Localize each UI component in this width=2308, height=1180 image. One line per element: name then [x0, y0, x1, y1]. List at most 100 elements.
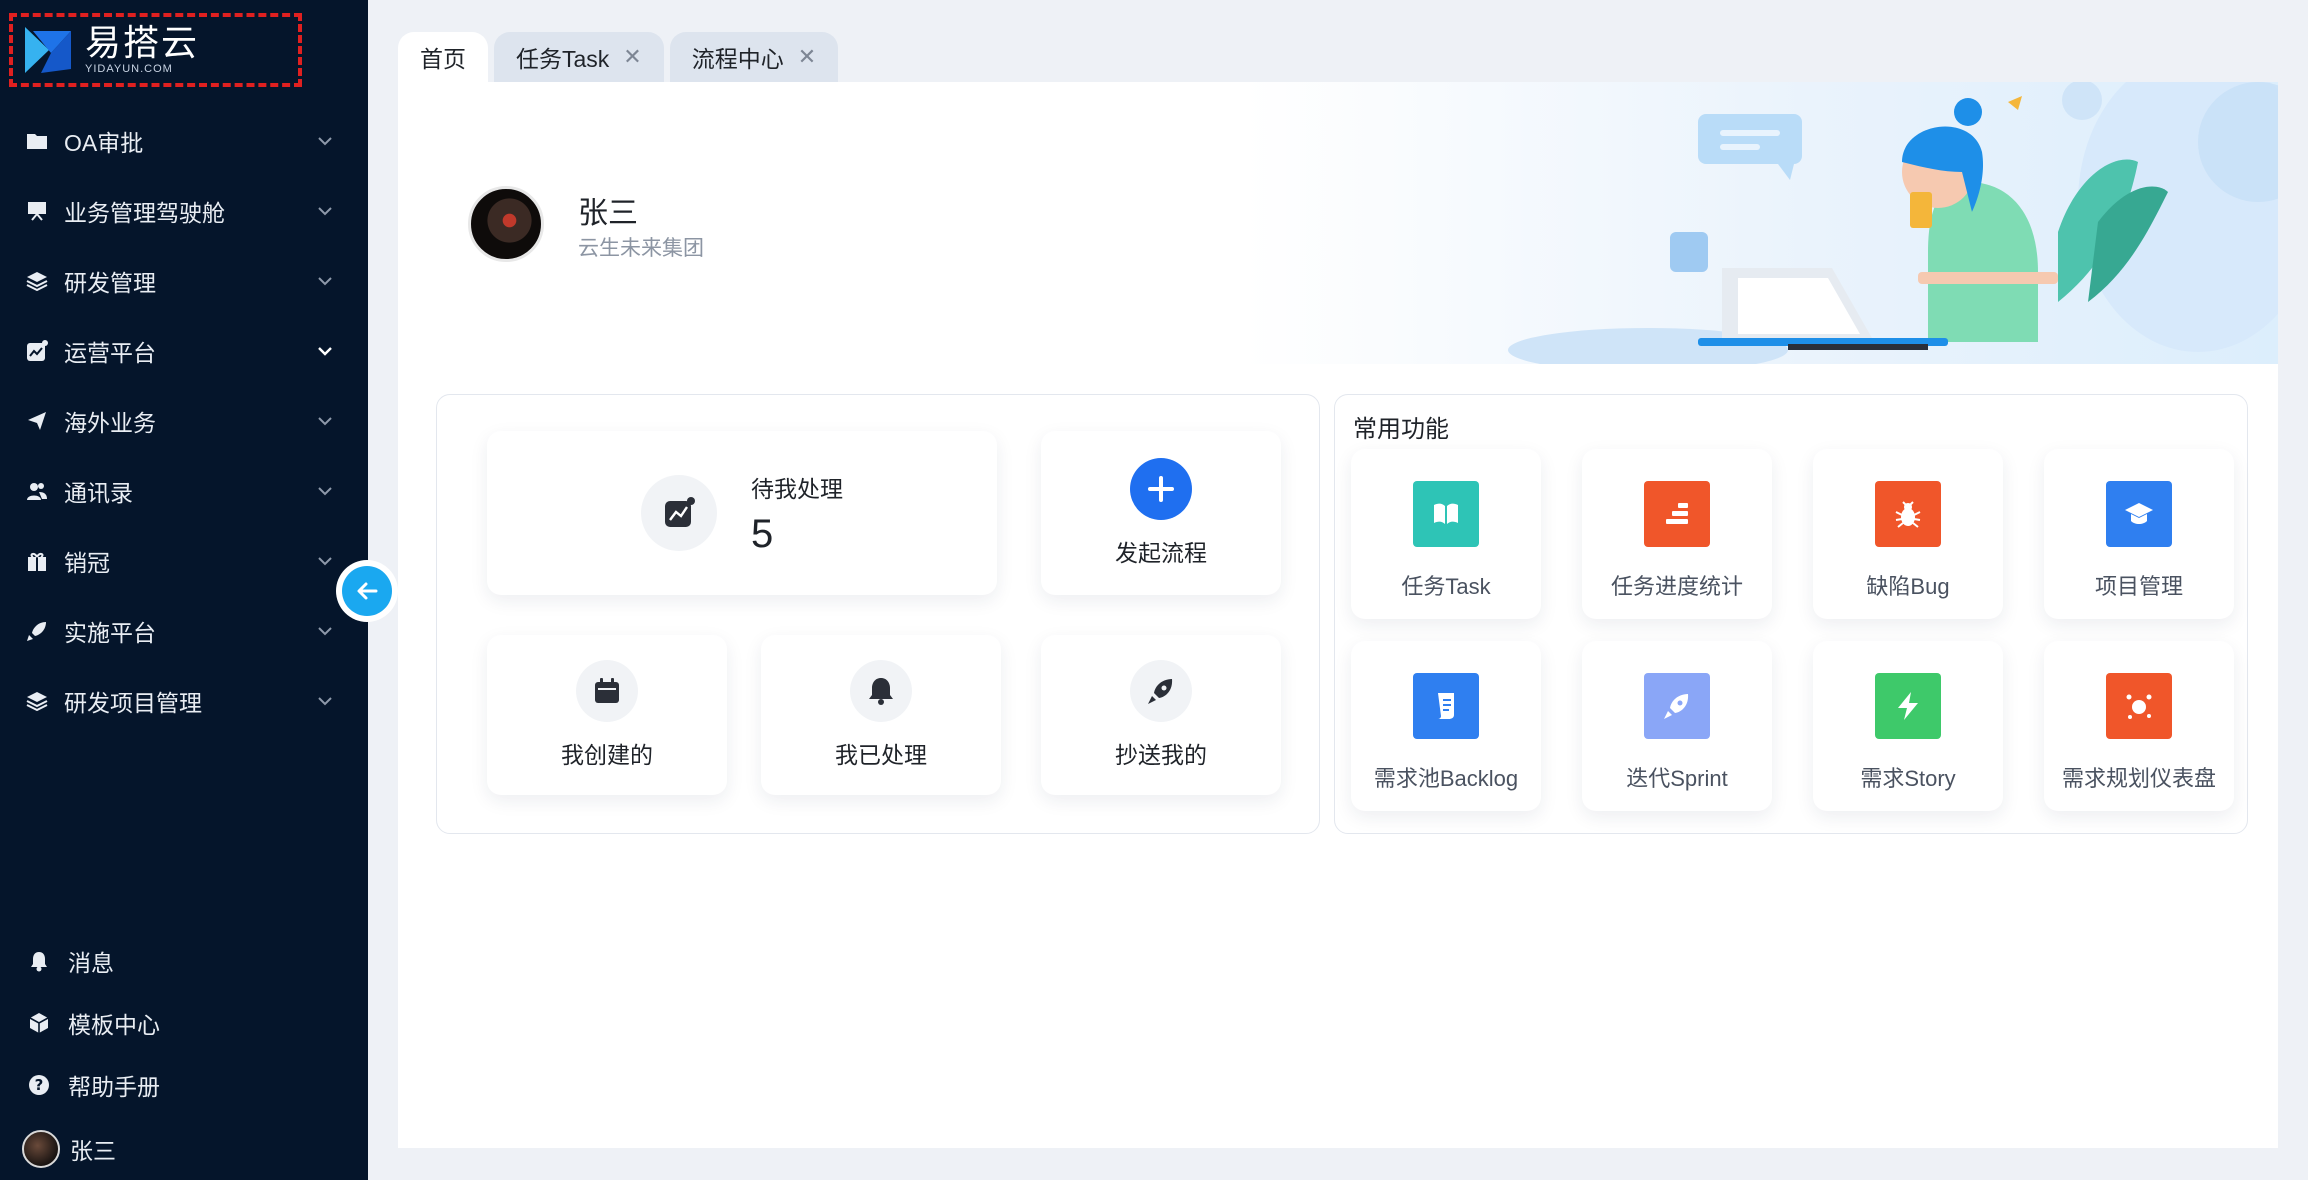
avatar [22, 1130, 60, 1168]
sidebar-item-help[interactable]: ? 帮助手册 [0, 1054, 368, 1116]
logo-name: 易搭云 [85, 22, 200, 63]
sidebar-item-label: 研发项目管理 [64, 690, 202, 716]
start-process-label: 发起流程 [1115, 540, 1207, 566]
close-icon[interactable]: ✕ [798, 44, 816, 70]
chevron-down-icon [318, 207, 332, 216]
contacts-icon [26, 480, 48, 502]
arrow-left-icon [357, 582, 378, 600]
close-icon[interactable]: ✕ [623, 44, 641, 70]
sidebar-item-templates[interactable]: 模板中心 [0, 992, 368, 1054]
sidebar-item-rd[interactable]: 研发管理 [0, 246, 368, 316]
sidebar-user-name: 张三 [70, 1138, 116, 1164]
sidebar: 易搭云 YIDAYUN.COM OA审批 业务管理驾驶舱 研发管理 运营平台 海… [0, 0, 368, 1180]
func-task[interactable]: 任务Task [1351, 449, 1541, 619]
pending-tasks-tile[interactable]: 待我处理 5 [487, 431, 997, 595]
func-planning-dashboard[interactable]: 需求规划仪表盘 [2044, 641, 2234, 811]
sidebar-item-label: 海外业务 [64, 410, 156, 436]
profile-name: 张三 [578, 197, 638, 230]
trend-chart-icon [641, 475, 717, 551]
chevron-down-icon [318, 487, 332, 496]
chevron-down-icon [318, 347, 332, 356]
home-content: 张三 云生未来集团 待我处理 5 发起流程 我创建的 我已处理 抄送我的 常用功… [398, 82, 2278, 1148]
sidebar-item-ops[interactable]: 运营平台 [0, 316, 368, 386]
chevron-down-icon [318, 137, 332, 146]
plus-icon [1130, 458, 1192, 520]
sidebar-item-label: 帮助手册 [68, 1074, 160, 1100]
help-icon: ? [28, 1074, 50, 1096]
sidebar-user[interactable]: 张三 [0, 1116, 368, 1180]
layers-icon [26, 690, 48, 712]
bell-icon [28, 950, 50, 972]
func-task-progress[interactable]: 任务进度统计 [1582, 449, 1772, 619]
tab-label: 流程中心 [691, 46, 784, 72]
tab-task[interactable]: 任务Task ✕ [494, 32, 664, 82]
sidebar-menu: OA审批 业务管理驾驶舱 研发管理 运营平台 海外业务 通讯录 销冠 实施平台 … [0, 106, 368, 736]
layers-icon [26, 270, 48, 292]
logo[interactable]: 易搭云 YIDAYUN.COM [9, 13, 302, 87]
stairs-icon [1644, 481, 1710, 547]
sidebar-bottom: 消息 模板中心 ? 帮助手册 张三 [0, 930, 368, 1180]
sidebar-item-contacts[interactable]: 通讯录 [0, 456, 368, 526]
func-backlog[interactable]: 需求池Backlog [1351, 641, 1541, 811]
presentation-icon [26, 200, 48, 222]
bug-icon [1875, 481, 1941, 547]
tab-home[interactable]: 首页 [398, 32, 488, 82]
processed-tile[interactable]: 我已处理 [761, 635, 1001, 795]
lightning-icon [1875, 673, 1941, 739]
profile-org: 云生未来集团 [578, 237, 704, 260]
func-bug[interactable]: 缺陷Bug [1813, 449, 2003, 619]
collapse-sidebar-button[interactable] [336, 560, 398, 622]
sidebar-item-label: 实施平台 [64, 620, 156, 646]
created-by-me-tile[interactable]: 我创建的 [487, 635, 727, 795]
svg-text:?: ? [35, 1076, 44, 1094]
avatar [468, 186, 544, 262]
common-functions-title: 常用功能 [1353, 416, 1449, 443]
chevron-down-icon [318, 627, 332, 636]
plane-icon [26, 410, 48, 432]
cc-to-me-tile[interactable]: 抄送我的 [1041, 635, 1281, 795]
sidebar-item-oa[interactable]: OA审批 [0, 106, 368, 176]
tab-bar: 首页 任务Task ✕ 流程中心 ✕ [398, 32, 844, 82]
banner-illustration [1508, 82, 2278, 364]
cube-icon [28, 1012, 50, 1034]
func-story[interactable]: 需求Story [1813, 641, 2003, 811]
chevron-down-icon [318, 277, 332, 286]
func-label: 需求池Backlog [1373, 766, 1519, 791]
tab-label: 任务Task [516, 46, 610, 72]
chevron-down-icon [318, 697, 332, 706]
func-project-management[interactable]: 项目管理 [2044, 449, 2234, 619]
sidebar-item-label: 模板中心 [68, 1012, 160, 1038]
sidebar-item-label: OA审批 [64, 130, 144, 156]
graduation-cap-icon [2106, 481, 2172, 547]
tab-process-center[interactable]: 流程中心 ✕ [669, 32, 839, 82]
sidebar-item-label: 运营平台 [64, 340, 156, 366]
dashboard-icon [2106, 673, 2172, 739]
sidebar-item-rd-project[interactable]: 研发项目管理 [0, 666, 368, 736]
chevron-down-icon [318, 557, 332, 566]
start-process-tile[interactable]: 发起流程 [1041, 431, 1281, 595]
sidebar-item-cockpit[interactable]: 业务管理驾驶舱 [0, 176, 368, 246]
func-sprint[interactable]: 迭代Sprint [1582, 641, 1772, 811]
sidebar-item-label: 通讯录 [64, 480, 133, 506]
sidebar-item-label: 消息 [68, 950, 114, 976]
scroll-icon [1413, 673, 1479, 739]
func-label: 任务Task [1401, 574, 1491, 599]
pending-label: 待我处理 [751, 475, 843, 502]
workflow-stats-card: 待我处理 5 发起流程 我创建的 我已处理 抄送我的 [436, 394, 1320, 834]
book-icon [1413, 481, 1479, 547]
logo-icon [25, 27, 71, 73]
sidebar-item-overseas[interactable]: 海外业务 [0, 386, 368, 456]
sidebar-item-label: 业务管理驾驶舱 [64, 200, 225, 226]
tab-label: 首页 [420, 46, 466, 72]
sidebar-item-messages[interactable]: 消息 [0, 930, 368, 992]
processed-label: 我已处理 [835, 742, 927, 768]
func-label: 迭代Sprint [1626, 766, 1728, 791]
rocket-icon [26, 620, 48, 642]
calendar-icon [576, 660, 638, 722]
created-by-me-label: 我创建的 [561, 742, 653, 768]
func-label: 需求规划仪表盘 [2061, 766, 2216, 791]
chart-icon [26, 340, 48, 362]
rocket-icon [1644, 673, 1710, 739]
sidebar-item-sales[interactable]: 销冠 [0, 526, 368, 596]
sidebar-item-implement[interactable]: 实施平台 [0, 596, 368, 666]
